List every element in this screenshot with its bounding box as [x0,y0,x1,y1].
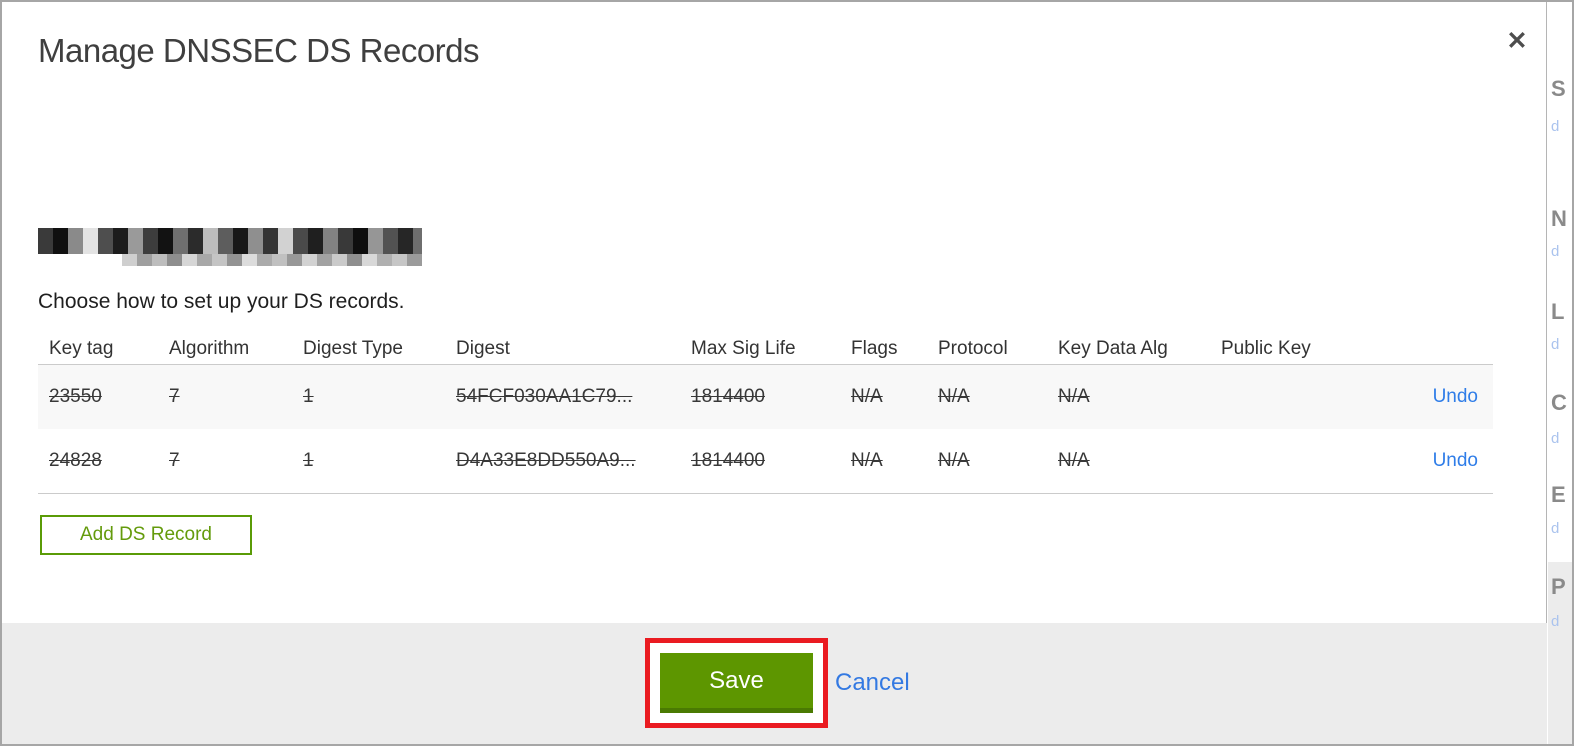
cell-algorithm: 7 [169,386,180,407]
background-text-fragment: N [1551,206,1567,231]
undo-link[interactable]: Undo [1433,386,1478,407]
background-text-fragment: P [1551,574,1566,599]
header-public-key: Public Key [1221,337,1311,359]
cell-key-tag: 24828 [49,450,102,471]
cell-digest: D4A33E8DD550A9... [456,450,636,471]
redacted-domain-name [38,228,422,266]
save-annotation-red-box: Save [645,638,828,728]
background-text-fragment: L [1551,299,1565,324]
cell-flags: N/A [851,450,883,471]
background-link-fragment: d [1551,613,1560,630]
table-body: 23550 7 1 54FCF030AA1C79... 1814400 N/A … [38,364,1493,494]
cell-protocol: N/A [938,386,970,407]
background-link-fragment: d [1551,243,1560,260]
background-link-fragment: d [1551,520,1560,537]
cell-max-sig-life: 1814400 [691,450,765,471]
background-link-fragment: d [1551,336,1560,353]
modal-footer: Save Cancel [2,623,1547,744]
background-text-fragment: C [1551,390,1567,415]
header-digest-type: Digest Type [303,337,403,359]
cell-algorithm: 7 [169,450,180,471]
screenshot-page: Manage DNSSEC DS Records ✕ Choose how to… [0,0,1574,746]
table-header-row: Key tag Algorithm Digest Type Digest Max… [38,333,1493,364]
add-ds-record-button[interactable]: Add DS Record [40,515,252,555]
cell-key-data-alg: N/A [1058,386,1090,407]
header-protocol: Protocol [938,337,1008,359]
manage-dnssec-modal: Manage DNSSEC DS Records ✕ Choose how to… [2,2,1547,744]
close-icon[interactable]: ✕ [1500,24,1534,58]
undo-link[interactable]: Undo [1433,450,1478,471]
cell-key-data-alg: N/A [1058,450,1090,471]
ds-records-table: Key tag Algorithm Digest Type Digest Max… [38,333,1493,494]
cell-key-tag: 23550 [49,386,102,407]
cell-protocol: N/A [938,450,970,471]
cell-max-sig-life: 1814400 [691,386,765,407]
cell-digest-type: 1 [303,386,314,407]
cell-digest-type: 1 [303,450,314,471]
header-key-tag: Key tag [49,337,114,359]
save-button[interactable]: Save [660,653,813,713]
cell-digest: 54FCF030AA1C79... [456,386,633,407]
background-link-fragment: d [1551,430,1560,447]
table-row: 23550 7 1 54FCF030AA1C79... 1814400 N/A … [38,365,1493,429]
table-row: 24828 7 1 D4A33E8DD550A9... 1814400 N/A … [38,429,1493,493]
cell-flags: N/A [851,386,883,407]
intro-text: Choose how to set up your DS records. [38,290,405,313]
background-text-fragment: E [1551,482,1566,507]
background-page-strip: S d N d L d C d E d P d [1548,2,1572,744]
header-algorithm: Algorithm [169,337,250,359]
header-max-sig-life: Max Sig Life [691,337,796,359]
header-key-data-alg: Key Data Alg [1058,337,1168,359]
cancel-link[interactable]: Cancel [835,669,910,697]
header-flags: Flags [851,337,898,359]
header-digest: Digest [456,337,510,359]
background-text-fragment: S [1551,76,1566,101]
modal-title: Manage DNSSEC DS Records [38,32,480,69]
background-link-fragment: d [1551,118,1560,135]
